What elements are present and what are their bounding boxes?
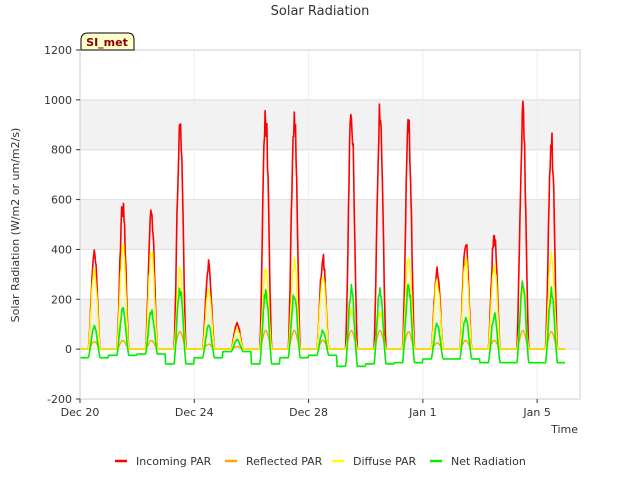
legend-item-net-radiation: Net Radiation bbox=[430, 455, 526, 468]
y-tick-label: 0 bbox=[65, 343, 72, 356]
legend-label: Reflected PAR bbox=[246, 455, 323, 468]
legend: Incoming PAR Reflected PAR Diffuse PAR Net … bbox=[115, 455, 526, 468]
legend-item-diffuse-par: Diffuse PAR bbox=[332, 455, 417, 468]
y-tick-label: 400 bbox=[51, 243, 72, 256]
site-label-box: SI_met bbox=[80, 32, 135, 51]
x-tick-label: Jan 1 bbox=[408, 406, 436, 419]
x-axis-label: Time bbox=[550, 423, 578, 436]
site-label: SI_met bbox=[86, 36, 128, 49]
chart-title: Solar Radiation bbox=[271, 4, 370, 19]
y-tick-label: 1000 bbox=[44, 94, 72, 107]
y-tick-label: 800 bbox=[51, 144, 72, 157]
y-tick-label: 600 bbox=[51, 194, 72, 207]
legend-item-reflected-par: Reflected PAR bbox=[225, 455, 323, 468]
y-tick-label: 200 bbox=[51, 293, 72, 306]
plot-band bbox=[80, 199, 580, 250]
legend-label: Incoming PAR bbox=[136, 455, 212, 468]
x-tick-label: Dec 28 bbox=[289, 406, 328, 419]
y-axis-label: Solar Radiation (W/m2 or um/m2/s) bbox=[9, 128, 22, 323]
legend-label: Diffuse PAR bbox=[353, 455, 417, 468]
y-tick-label: -200 bbox=[47, 393, 72, 406]
legend-label: Net Radiation bbox=[451, 455, 526, 468]
y-tick-label: 1200 bbox=[44, 44, 72, 57]
solar-radiation-chart: Solar Radiation -200 0 200 400 600 800 1000 120… bbox=[9, 4, 581, 468]
legend-item-incoming-par: Incoming PAR bbox=[115, 455, 212, 468]
x-tick-label: Dec 20 bbox=[61, 406, 100, 419]
x-tick-label: Dec 24 bbox=[175, 406, 214, 419]
plot-band bbox=[80, 99, 580, 150]
x-tick-label: Jan 5 bbox=[522, 406, 550, 419]
